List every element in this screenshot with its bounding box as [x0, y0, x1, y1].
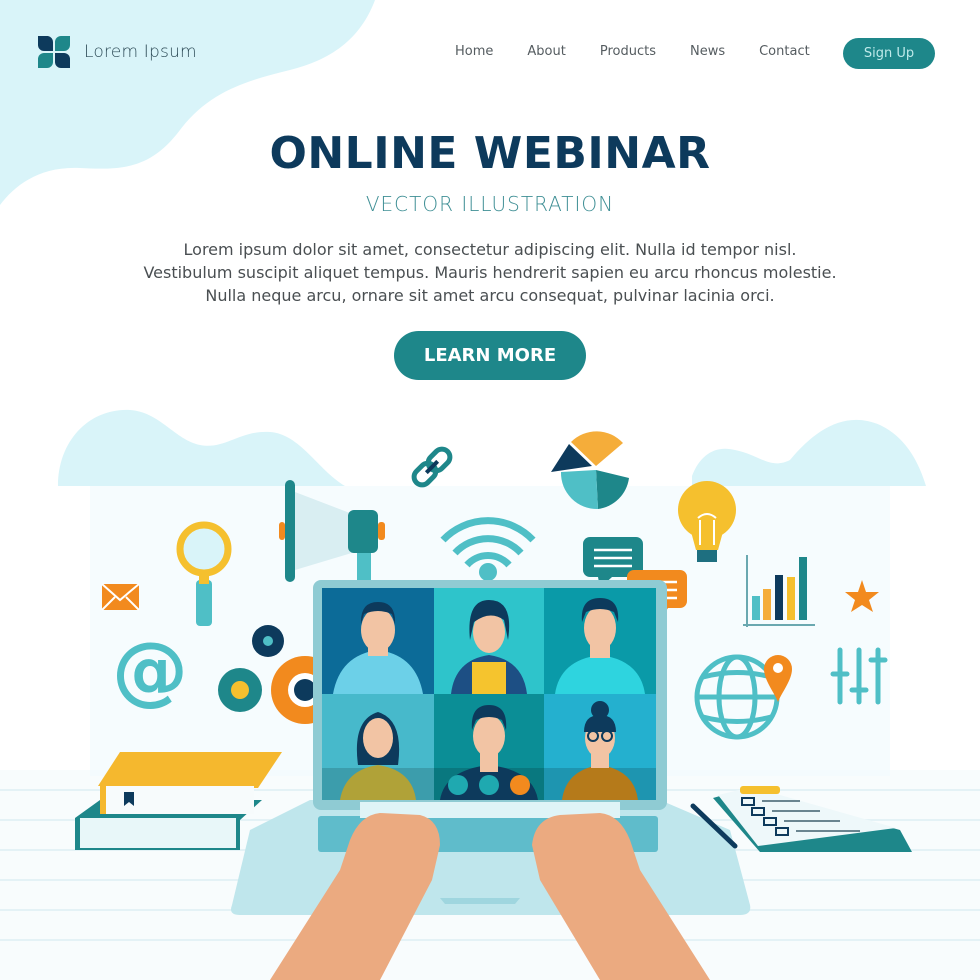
- main-nav: Home About Products News Contact: [455, 44, 844, 59]
- cloud-left: [58, 409, 345, 486]
- page-title: ONLINE WEBINAR: [269, 128, 711, 179]
- brand-logo[interactable]: Lorem Ipsum: [38, 36, 197, 68]
- camera-icon: [479, 775, 499, 795]
- four-petal-logo-icon: [38, 36, 70, 68]
- envelope-icon: [101, 583, 140, 611]
- nav-about[interactable]: About: [527, 44, 565, 59]
- description-line: Vestibulum suscipit aliquet tempus. Maur…: [143, 263, 837, 282]
- brand-name: Lorem Ipsum: [84, 42, 197, 62]
- sign-up-button[interactable]: Sign Up: [843, 38, 935, 69]
- nav-contact[interactable]: Contact: [759, 44, 810, 59]
- description-line: Nulla neque arcu, ornare sit amet arcu c…: [205, 286, 775, 305]
- hero-description: Lorem ipsum dolor sit amet, consectetur …: [0, 238, 980, 307]
- cloud-right: [692, 419, 926, 486]
- description-line: Lorem ipsum dolor sit amet, consectetur …: [183, 240, 797, 259]
- microphone-icon: [448, 775, 468, 795]
- call-controls: [448, 775, 530, 795]
- at-sign-icon: @: [112, 625, 188, 714]
- nav-home[interactable]: Home: [455, 44, 493, 59]
- nav-news[interactable]: News: [690, 44, 725, 59]
- learn-more-button[interactable]: LEARN MORE: [394, 331, 586, 380]
- sliders-icon: [830, 647, 888, 705]
- page-subtitle: VECTOR ILLUSTRATION: [365, 192, 615, 216]
- end-call-icon: [510, 775, 530, 795]
- webinar-illustration: @: [0, 409, 980, 980]
- link-icon: [411, 446, 453, 488]
- nav-products[interactable]: Products: [600, 44, 656, 59]
